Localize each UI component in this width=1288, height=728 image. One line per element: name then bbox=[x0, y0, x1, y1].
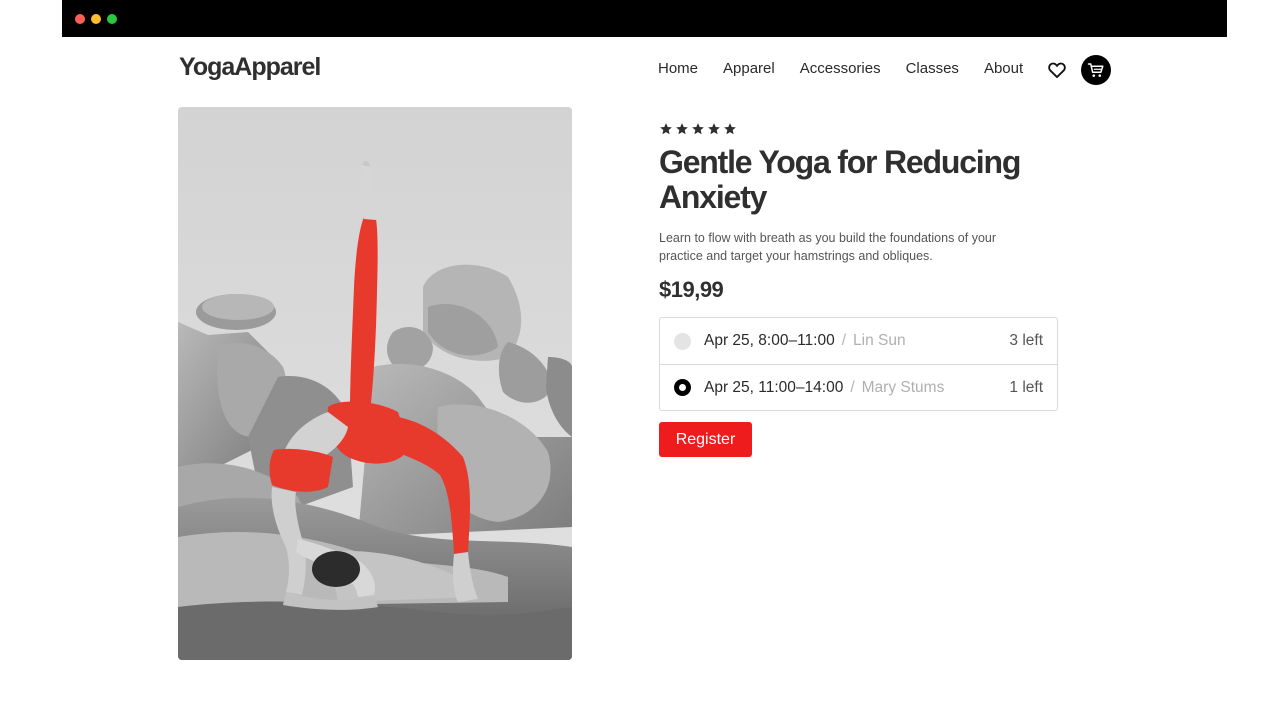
product-image bbox=[178, 107, 572, 660]
product-title: Gentle Yoga for Reducing Anxiety bbox=[659, 144, 1021, 215]
minimize-window-button[interactable] bbox=[91, 14, 101, 24]
session-instructor: Lin Sun bbox=[853, 332, 906, 349]
product-description: Learn to flow with breath as you build t… bbox=[659, 231, 997, 263]
star-icon bbox=[692, 123, 704, 135]
browser-window: YogaApparel Home Apparel Accessories Cla… bbox=[62, 0, 1227, 728]
nav-about[interactable]: About bbox=[984, 60, 1023, 77]
session-availability: 1 left bbox=[1009, 378, 1043, 396]
nav-accessories[interactable]: Accessories bbox=[800, 60, 881, 77]
radio-unselected[interactable] bbox=[674, 332, 691, 350]
session-availability: 3 left bbox=[1009, 332, 1043, 349]
session-option[interactable]: Apr 25, 11:00–14:00 / Mary Stums 1 left bbox=[660, 364, 1057, 410]
product-price: $19,99 bbox=[659, 277, 724, 302]
nav-home[interactable]: Home bbox=[658, 60, 698, 77]
session-separator: / bbox=[841, 332, 847, 349]
maximize-window-button[interactable] bbox=[107, 14, 117, 24]
register-button[interactable]: Register bbox=[659, 422, 752, 457]
session-instructor: Mary Stums bbox=[861, 378, 945, 396]
cart-icon bbox=[1087, 63, 1104, 77]
close-window-button[interactable] bbox=[75, 14, 85, 24]
product-details: Gentle Yoga for Reducing Anxiety Learn t… bbox=[659, 120, 1059, 457]
star-icon bbox=[708, 123, 720, 135]
nav-classes[interactable]: Classes bbox=[906, 60, 959, 77]
rating-stars bbox=[659, 120, 1059, 138]
window-titlebar bbox=[62, 0, 1227, 37]
nav-apparel[interactable]: Apparel bbox=[723, 60, 775, 77]
star-icon bbox=[724, 123, 736, 135]
site-logo[interactable]: YogaApparel bbox=[179, 53, 321, 82]
session-list: Apr 25, 8:00–11:00 / Lin Sun 3 left Apr … bbox=[659, 317, 1058, 411]
cart-button[interactable] bbox=[1081, 55, 1111, 85]
heart-icon[interactable] bbox=[1047, 60, 1067, 80]
main-nav: Home Apparel Accessories Classes About bbox=[658, 60, 1023, 77]
star-icon bbox=[660, 123, 672, 135]
session-separator: / bbox=[850, 378, 855, 396]
star-icon bbox=[676, 123, 688, 135]
session-time: Apr 25, 8:00–11:00 bbox=[704, 332, 835, 349]
session-option[interactable]: Apr 25, 8:00–11:00 / Lin Sun 3 left bbox=[660, 318, 1057, 364]
session-time: Apr 25, 11:00–14:00 bbox=[704, 378, 844, 396]
radio-selected[interactable] bbox=[674, 379, 691, 396]
